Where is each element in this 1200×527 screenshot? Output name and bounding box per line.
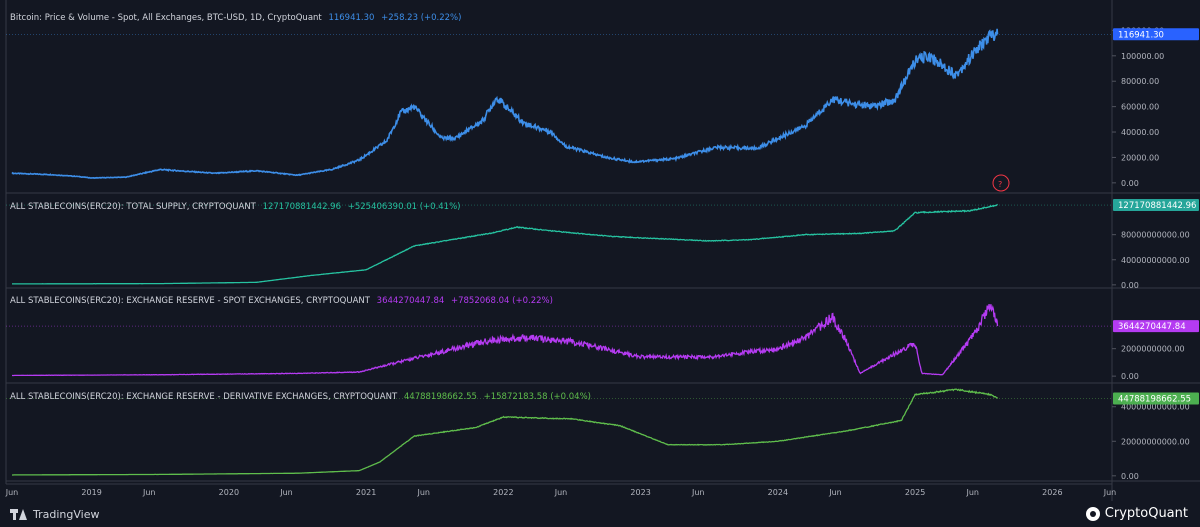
cryptoquant-label: CryptoQuant	[1104, 506, 1188, 521]
x-tick-label: Jun	[5, 488, 19, 497]
panel-change: +15872183.58 (+0.04%)	[483, 392, 591, 402]
series-line	[12, 203, 998, 285]
y-tick-label: 40000.00	[1121, 128, 1159, 137]
x-tick-label: Jun	[279, 488, 293, 497]
y-tick-label: 0.00	[1121, 179, 1139, 188]
last-value-label: 44788198662.55	[1118, 394, 1191, 404]
panel-title: ALL STABLECOINS(ERC20): TOTAL SUPPLY, CR…	[10, 202, 256, 212]
last-value-label: 116941.30	[1118, 30, 1164, 40]
y-tick-label: 0.00	[1121, 372, 1139, 381]
panel-value: 3644270447.84	[376, 296, 445, 306]
y-tick-label: 80000000000.00	[1121, 231, 1190, 240]
panel-header-spot: ALL STABLECOINS(ERC20): EXCHANGE RESERVE…	[10, 296, 553, 306]
panel-header-btc: Bitcoin: Price & Volume - Spot, All Exch…	[10, 13, 461, 23]
last-value-label: 127170881442.96	[1118, 201, 1196, 211]
last-value-label: 3644270447.84	[1118, 322, 1186, 332]
x-tick-label: 2022	[493, 488, 513, 497]
panel-value: 44788198662.55	[403, 392, 477, 402]
x-tick-label: 2026	[1042, 488, 1062, 497]
x-tick-label: 2020	[219, 488, 239, 497]
panel-change: +258.23 (+0.22%)	[381, 13, 462, 23]
x-tick-label: Jun	[142, 488, 156, 497]
cryptoquant-icon	[1085, 506, 1100, 521]
y-tick-label: 20000000000.00	[1121, 437, 1190, 446]
series-line	[11, 28, 999, 180]
y-tick-label: 80000.00	[1121, 77, 1159, 86]
panel-value: 127170881442.96	[262, 202, 341, 212]
x-tick-label: 2021	[356, 488, 376, 497]
panel-title: Bitcoin: Price & Volume - Spot, All Exch…	[10, 13, 322, 23]
y-tick-label: 100000.00	[1121, 52, 1164, 61]
x-tick-label: Jun	[554, 488, 568, 497]
x-tick-label: Jun	[828, 488, 842, 497]
x-tick-label: Jun	[417, 488, 431, 497]
tradingview-label: TradingView	[33, 508, 100, 521]
x-tick-label: Jun	[966, 488, 980, 497]
panel-title: ALL STABLECOINS(ERC20): EXCHANGE RESERVE…	[10, 296, 370, 306]
y-tick-label: 2000000000.00	[1121, 345, 1185, 354]
panel-change: +7852068.04 (+0.22%)	[450, 296, 553, 306]
footer: TradingView CryptoQuant	[0, 501, 1200, 527]
y-tick-label: 0.00	[1121, 281, 1139, 290]
tradingview-icon	[10, 509, 28, 520]
x-tick-label: 2023	[630, 488, 650, 497]
y-tick-label: 20000.00	[1121, 153, 1159, 162]
x-tick-label: Jun	[691, 488, 705, 497]
tradingview-logo[interactable]: TradingView	[10, 508, 99, 521]
x-tick-label: 2024	[768, 488, 788, 497]
cryptoquant-logo: CryptoQuant	[1085, 506, 1188, 521]
x-tick-label: Jun	[1103, 488, 1117, 497]
y-tick-label: 40000000000.00	[1121, 256, 1190, 265]
panel-change: +525406390.01 (+0.41%)	[347, 202, 461, 212]
panel-title: ALL STABLECOINS(ERC20): EXCHANGE RESERVE…	[10, 392, 398, 402]
chart-canvas: 120000.00100000.0080000.0060000.0040000.…	[5, 0, 1200, 501]
panel-header-derivative: ALL STABLECOINS(ERC20): EXCHANGE RESERVE…	[10, 392, 591, 402]
series-line	[12, 303, 999, 377]
question-marker-label: ?	[998, 180, 1002, 189]
panel-value: 116941.30	[328, 13, 375, 23]
panel-header-supply: ALL STABLECOINS(ERC20): TOTAL SUPPLY, CR…	[10, 202, 460, 212]
y-tick-label: 60000.00	[1121, 103, 1159, 112]
x-tick-label: 2025	[905, 488, 925, 497]
y-tick-label: 0.00	[1121, 472, 1139, 481]
x-tick-label: 2019	[81, 488, 101, 497]
